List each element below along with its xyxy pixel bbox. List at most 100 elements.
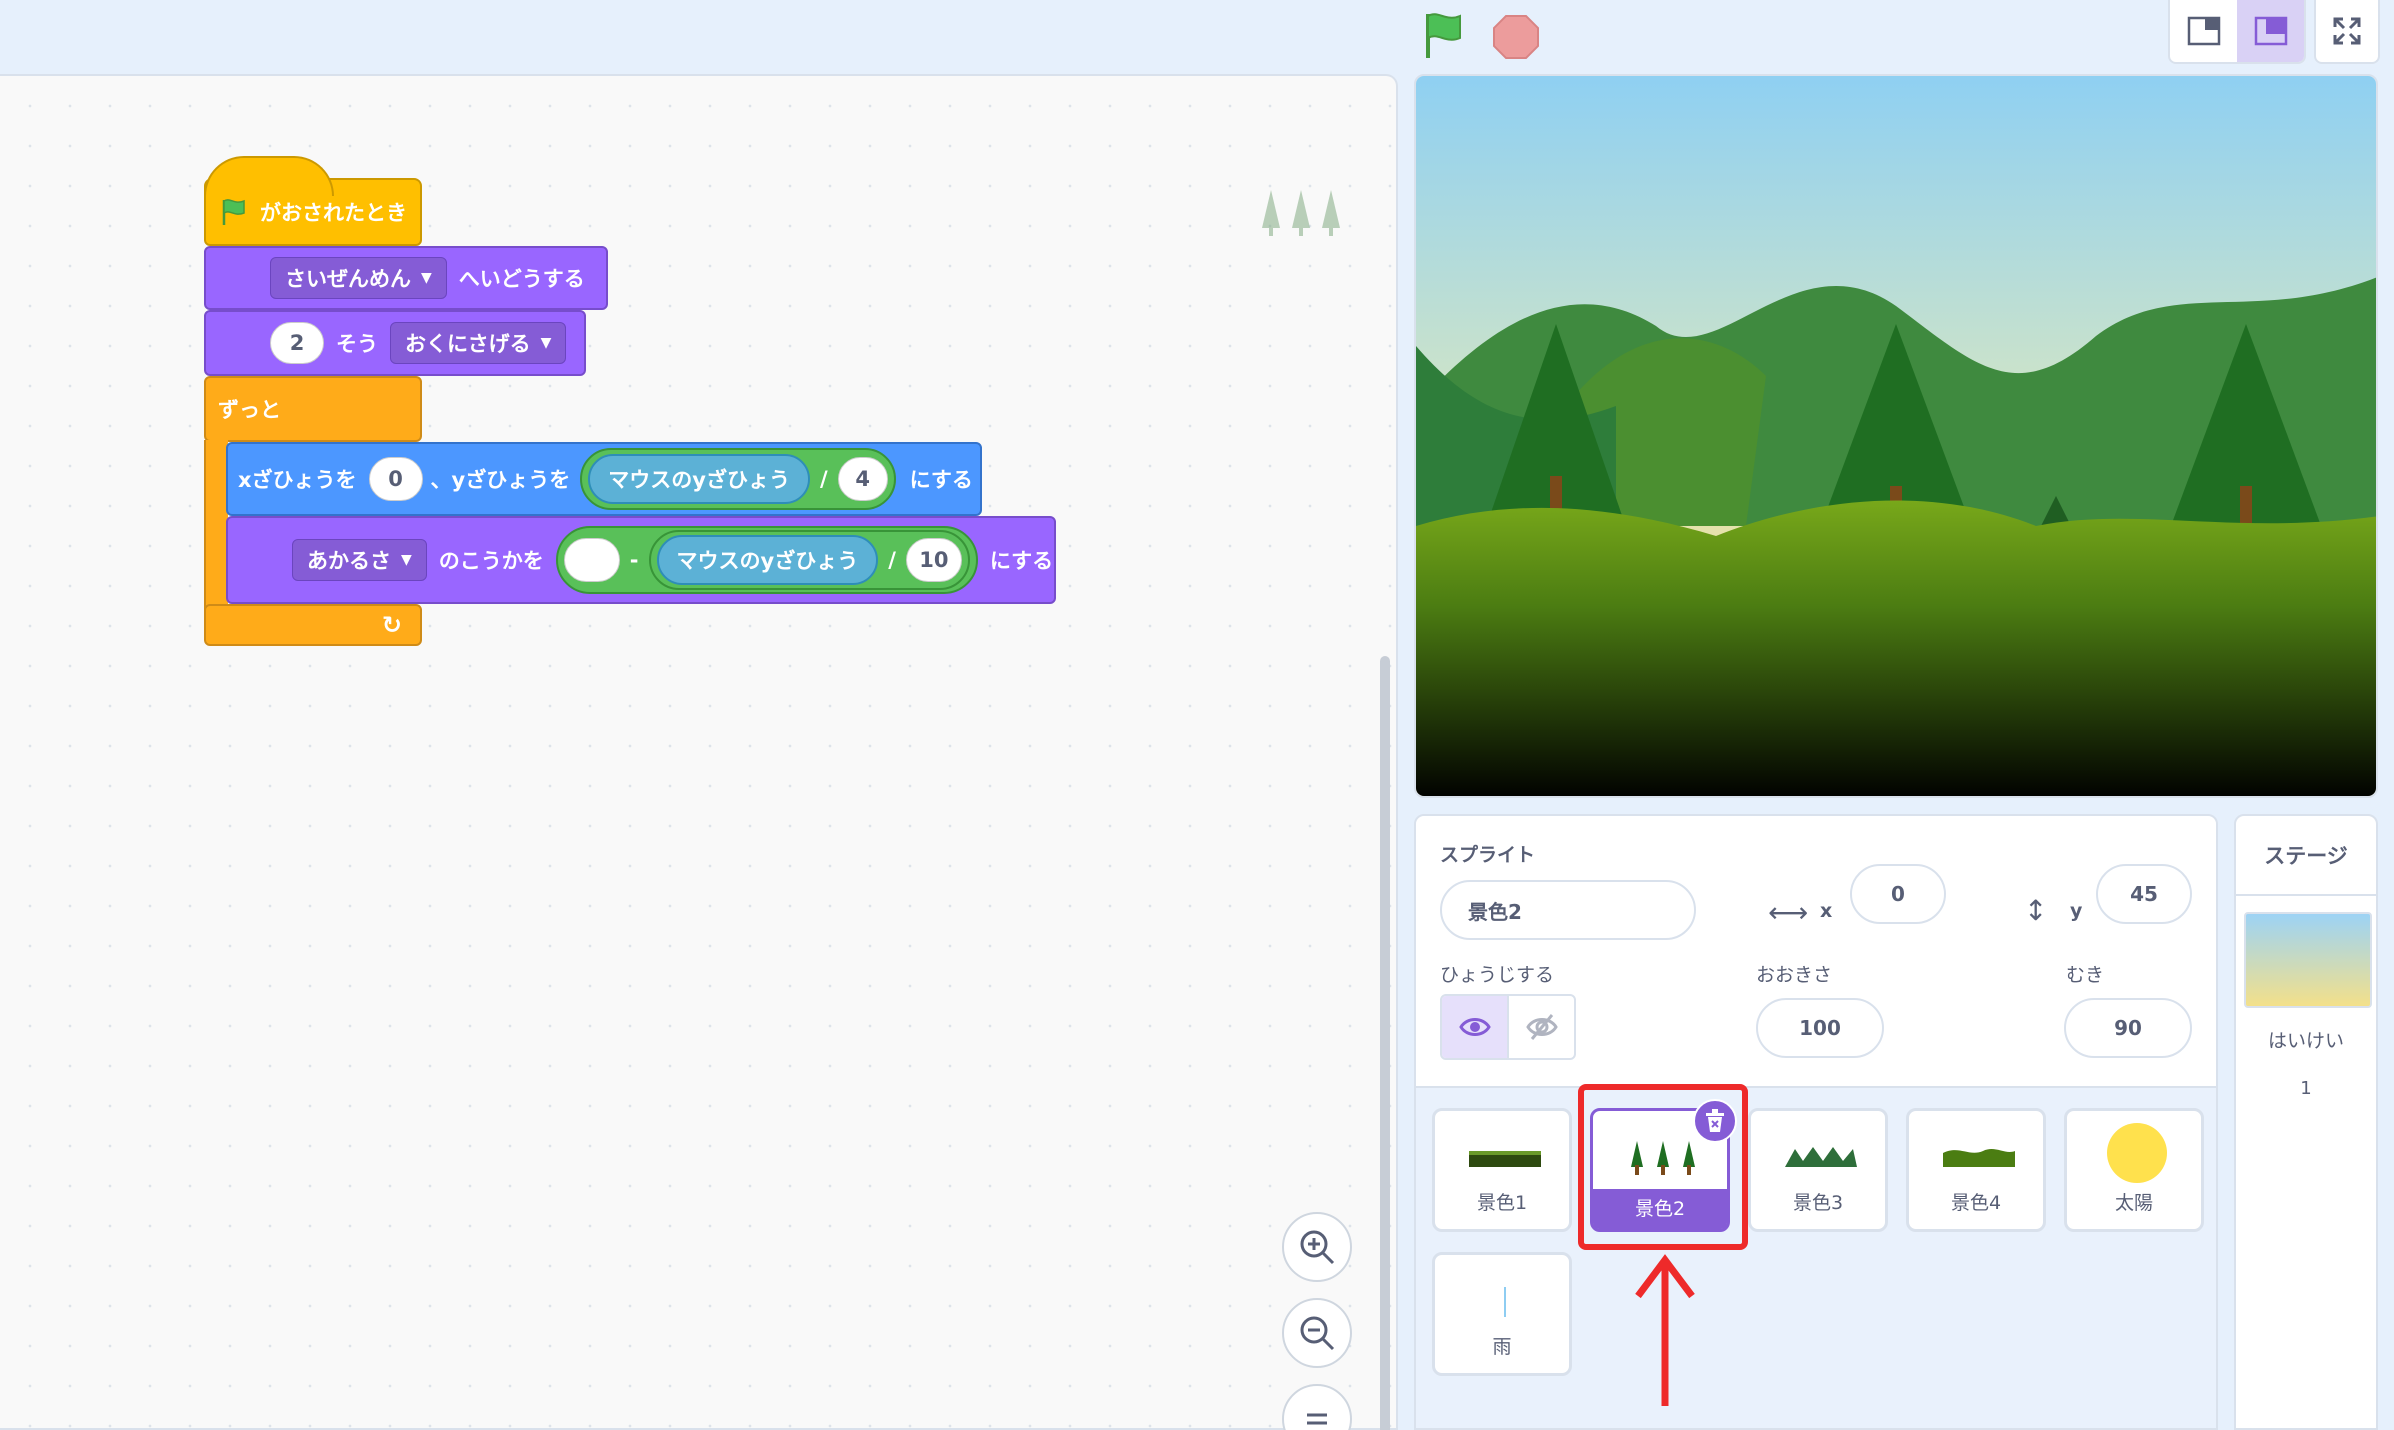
layers-number-input[interactable]: 2: [270, 322, 324, 364]
sprite-thumb-4[interactable]: 景色4: [1906, 1108, 2046, 1232]
layer-dropdown-value: さいぜんめん: [285, 267, 411, 291]
top-toolbar: [0, 0, 2394, 74]
stage-selector[interactable]: ステージ はいけい 1: [2234, 814, 2378, 1430]
go-back-middle: そう: [336, 332, 378, 356]
stop-button[interactable]: [1488, 8, 1544, 64]
divide-operator-2[interactable]: マウスのyざひょう / 10: [648, 530, 970, 590]
y-coord-value: 45: [2130, 882, 2158, 906]
sprite-heading: スプライト: [1440, 844, 1536, 866]
backdrops-count: 1: [2300, 1078, 2312, 1099]
forever-arm: [204, 440, 228, 610]
sprite-name-input[interactable]: 景色2: [1440, 880, 1696, 940]
subtract-operator[interactable]: - マウスのyざひょう / 10: [555, 526, 978, 594]
x-arrows-icon: ⟷: [1768, 896, 1809, 929]
layer-dropdown[interactable]: さいぜんめん ▼: [270, 257, 447, 299]
mouse-y-label-2: マウスのyざひょう: [676, 549, 859, 573]
loop-arrow-icon: ↻: [381, 611, 402, 639]
green-flag-icon: [1426, 13, 1461, 58]
direction-dropdown[interactable]: おくにさげる ▼: [390, 322, 567, 364]
y-coord-input[interactable]: 45: [2096, 864, 2192, 924]
divisor-value-2: 10: [919, 548, 949, 572]
direction-label: むき: [2066, 964, 2105, 986]
y-arrows-icon: ↕: [2024, 894, 2048, 927]
sprite-image: [1469, 1151, 1541, 1167]
sprite-name: 景色4: [1950, 1192, 2002, 1214]
sprite-panel: スプライト 景色2 ⟷ x 0 ↕ y 45 ひょうじする おおきさ 100 む…: [1414, 814, 2218, 1430]
direction-value: 90: [2114, 1016, 2142, 1040]
sprite-name: 太陽: [2114, 1192, 2153, 1214]
visibility-toggle: [1440, 994, 1576, 1060]
size-value: 100: [1799, 1016, 1841, 1040]
chevron-down-icon: ▼: [540, 335, 552, 351]
zoom-reset-button[interactable]: [1282, 1384, 1352, 1430]
set-effect-block[interactable]: あかるさ ▼ のこうかを - マウスのyざひょう / 10 にする: [226, 516, 1056, 604]
stage-scene: [1416, 76, 2376, 796]
x-coord-label: x: [1820, 900, 1833, 922]
sprite-image: [1943, 1149, 2015, 1167]
eye-slash-icon: [1525, 1014, 1558, 1040]
fullscreen-button[interactable]: [2314, 0, 2380, 64]
sprite-preview-icon: [1262, 190, 1340, 236]
sprite-thumb-3[interactable]: 景色3: [1748, 1108, 1888, 1232]
x-coord-input[interactable]: 0: [1850, 864, 1946, 924]
eye-icon: [1458, 1018, 1491, 1036]
y-coord-label: y: [2070, 900, 2083, 922]
zoom-in-icon: [1300, 1230, 1335, 1265]
sprite-thumb-1[interactable]: 景色1: [1432, 1108, 1572, 1232]
sprite-name-value: 景色2: [1468, 899, 1522, 924]
set-effect-suffix: にする: [989, 549, 1054, 573]
forever-footer: ↻: [204, 604, 422, 646]
stage-size-toggle: [2168, 0, 2306, 64]
vertical-scrollbar[interactable]: [1380, 656, 1390, 1430]
mouse-y-reporter-2[interactable]: マウスのyざひょう: [656, 535, 879, 585]
x-input[interactable]: 0: [368, 457, 423, 501]
go-to-layer-block[interactable]: さいぜんめん ▼ へいどうする: [204, 246, 608, 310]
divisor-input[interactable]: 4: [837, 457, 888, 501]
show-button[interactable]: [1442, 996, 1509, 1058]
large-stage-button[interactable]: [2237, 0, 2304, 62]
mouse-y-label: マウスのyざひょう: [608, 468, 790, 492]
sprite-name: 景色3: [1792, 1192, 1844, 1214]
divide-sign: /: [819, 467, 828, 491]
sprite-thumb-6[interactable]: 雨: [1432, 1252, 1572, 1376]
sun-icon: [2107, 1123, 2167, 1183]
zoom-in-button[interactable]: [1282, 1212, 1352, 1282]
go-back-layers-block[interactable]: 2 そう おくにさげる ▼: [204, 310, 586, 376]
backdrop-thumbnail[interactable]: [2244, 912, 2372, 1008]
sprite-info: スプライト 景色2 ⟷ x 0 ↕ y 45 ひょうじする おおきさ 100 む…: [1416, 816, 2216, 1088]
stage-heading: ステージ: [2236, 816, 2376, 896]
large-stage-icon: [2254, 16, 2287, 46]
green-flag-button[interactable]: [1420, 8, 1476, 64]
hat-label: がおされたとき: [260, 201, 407, 225]
forever-label: ずっと: [218, 398, 281, 422]
go-to-xy-block[interactable]: xざひょうを 0 、yざひょうを マウスのyざひょう / 4 にする: [226, 442, 982, 516]
small-stage-button[interactable]: [2170, 0, 2237, 62]
set-effect-middle: のこうかを: [438, 549, 544, 573]
size-input[interactable]: 100: [1756, 998, 1884, 1058]
go-to-xy-suffix: にする: [909, 468, 973, 492]
sprite-name: 景色1: [1476, 1192, 1528, 1214]
minus-sign: -: [629, 548, 639, 572]
y-label: 、yざひょうを: [430, 468, 571, 492]
minuend-input[interactable]: [563, 538, 620, 582]
divide-operator[interactable]: マウスのyざひょう / 4: [580, 448, 896, 510]
arrow-up-icon: [1635, 1254, 1695, 1406]
divisor-input-2[interactable]: 10: [905, 538, 962, 582]
show-label: ひょうじする: [1440, 964, 1555, 986]
hat-cap: [204, 156, 334, 196]
sprite-name: 雨: [1492, 1336, 1512, 1358]
zoom-out-button[interactable]: [1282, 1298, 1352, 1368]
hide-button[interactable]: [1509, 996, 1574, 1058]
mouse-y-reporter[interactable]: マウスのyざひょう: [588, 454, 810, 504]
stage-canvas[interactable]: [1414, 74, 2378, 798]
stop-icon: [1493, 15, 1539, 59]
x-label: xざひょうを: [238, 468, 357, 492]
green-flag-icon: [222, 199, 245, 225]
chevron-down-icon: ▼: [401, 552, 412, 568]
sprite-image: [1785, 1147, 1857, 1167]
direction-input[interactable]: 90: [2064, 998, 2192, 1058]
sprite-thumb-5[interactable]: 太陽: [2064, 1108, 2204, 1232]
forever-block[interactable]: ずっと: [204, 376, 422, 442]
effect-dropdown[interactable]: あかるさ ▼: [292, 539, 427, 581]
backdrops-label: はいけい: [2267, 1030, 2344, 1052]
